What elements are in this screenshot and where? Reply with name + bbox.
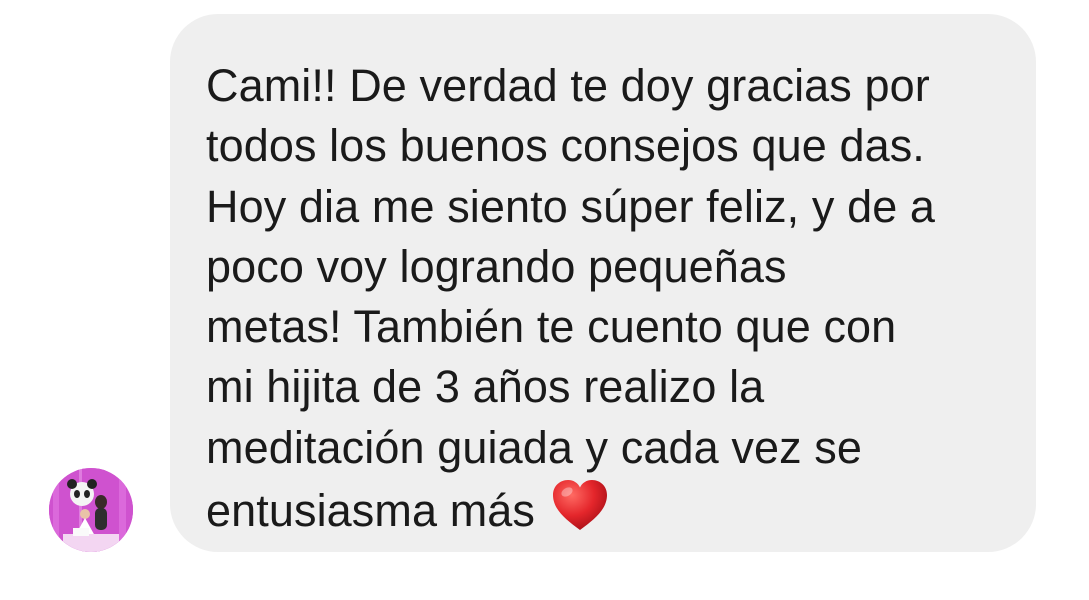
- message-bubble[interactable]: Cami!! De verdad te doy gracias por todo…: [170, 14, 1036, 552]
- heart-emoji-icon: [553, 480, 608, 531]
- message-line: entusiasma más: [206, 485, 536, 537]
- avatar[interactable]: [49, 468, 133, 552]
- message-line: Cami!! De verdad te doy gracias por: [206, 60, 930, 111]
- message-line: Hoy dia me siento súper feliz, y de a: [206, 180, 936, 232]
- message-line: mi hijita de 3 años realizo la: [206, 361, 765, 413]
- message-line: meditación guiada y cada vez se: [206, 421, 862, 473]
- message-line: todos los buenos consejos que das.: [206, 120, 925, 172]
- message-last-line: entusiasma más: [206, 478, 1000, 541]
- message-line: poco voy logrando pequeñas: [206, 240, 787, 292]
- chat-thread: Cami!! De verdad te doy gracias por todo…: [0, 0, 1089, 600]
- message-line: metas! También te cuento que con: [206, 301, 897, 353]
- avatar-photo: [49, 468, 133, 552]
